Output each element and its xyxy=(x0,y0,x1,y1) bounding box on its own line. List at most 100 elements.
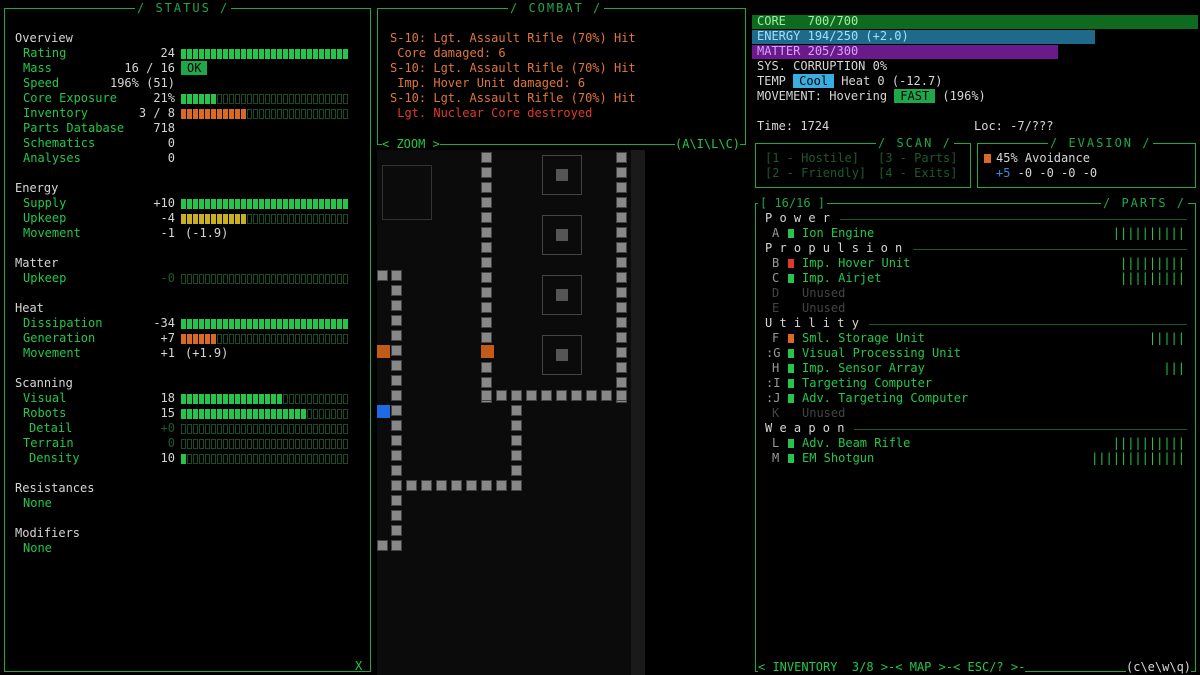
part-slot-key: L xyxy=(772,436,780,450)
status-value: 196% (51) xyxy=(109,76,175,90)
status-extra: (-1.9) xyxy=(185,226,229,240)
part-slot-key: B xyxy=(772,256,780,270)
part-name[interactable]: Unused xyxy=(802,301,845,316)
location-readout: Loc: -7/??? xyxy=(974,119,1054,133)
part-slot-key: H xyxy=(772,361,780,375)
status-value: 21% xyxy=(153,91,175,105)
status-close-button[interactable]: X xyxy=(355,659,362,674)
scan-title: / SCAN / xyxy=(876,136,954,150)
wall-tile xyxy=(481,480,492,491)
scan-parts[interactable]: [3 - Parts] xyxy=(878,151,957,166)
parts-group-rule xyxy=(839,219,1187,220)
parts-footer-nav[interactable]: < INVENTORY 3/8 >-< MAP >-< ESC/? >- xyxy=(758,660,1026,675)
scan-hostile[interactable]: [1 - Hostile] xyxy=(765,151,859,166)
mass-ok-badge: OK xyxy=(181,61,208,75)
wall-tile xyxy=(586,390,597,401)
mass-badge-wrap: OK xyxy=(181,61,208,76)
parts-group-rule xyxy=(854,429,1187,430)
wall-tile xyxy=(481,242,492,253)
status-value: 0 xyxy=(167,151,175,165)
map-view[interactable] xyxy=(377,150,645,675)
avoidance-breakdown: +5 -0 -0 -0 -0 xyxy=(996,166,1098,180)
status-bar-density xyxy=(181,454,348,464)
part-name[interactable]: Imp. Hover Unit xyxy=(802,256,910,271)
part-integrity: ||||||||| xyxy=(1119,256,1185,270)
machine-core xyxy=(556,169,568,181)
status-value: 0 xyxy=(167,436,175,450)
status-value: +0 xyxy=(160,421,175,435)
wall-tile xyxy=(616,227,627,238)
wall-tile xyxy=(391,270,402,281)
parts-group-title: P r o p u l s i o n xyxy=(765,241,903,255)
machine-core xyxy=(556,289,568,301)
wall-tile xyxy=(616,390,627,401)
part-integrity: ||||||||| xyxy=(1119,271,1185,285)
status-label: Mass xyxy=(23,61,52,75)
core-stats: CORE 700/700 ENERGY 194/250 (+2.0) MATTE… xyxy=(752,14,1198,134)
part-name[interactable]: Adv. Beam Rifle xyxy=(802,436,910,451)
status-label: Movement xyxy=(23,226,81,240)
evasion-icon xyxy=(984,154,991,163)
part-name[interactable]: Visual Processing Unit xyxy=(802,346,961,361)
temp-readout: TEMP Cool Heat 0 (-12.7) xyxy=(757,74,943,88)
part-slot-key: :I xyxy=(766,376,781,390)
status-value: 18 xyxy=(160,391,175,405)
wall-tile xyxy=(481,272,492,283)
part-name[interactable]: Adv. Targeting Computer xyxy=(802,391,968,406)
scan-friendly[interactable]: [2 - Friendly] xyxy=(765,166,866,181)
status-section-heat: Heat xyxy=(15,301,44,315)
part-name[interactable]: Imp. Sensor Array xyxy=(802,361,925,376)
part-name[interactable]: Unused xyxy=(802,286,845,301)
parts-footer-keys[interactable]: (c\e\w\q) xyxy=(1126,660,1192,675)
combat-log-line: Lgt. Nuclear Core destroyed xyxy=(390,106,593,120)
part-name[interactable]: EM Shotgun xyxy=(802,451,874,466)
status-section-modifiers: Modifiers xyxy=(15,526,81,540)
status-value: +7 xyxy=(160,331,175,345)
wall-tile xyxy=(391,375,402,386)
part-integrity: |||||||||| xyxy=(1112,436,1185,450)
status-label: Visual xyxy=(23,391,67,405)
wall-tile xyxy=(526,390,537,401)
combat-filter[interactable]: (A\I\L\C) xyxy=(675,137,741,152)
status-value: 718 xyxy=(153,121,175,135)
part-name[interactable]: Ion Engine xyxy=(802,226,874,241)
wall-tile xyxy=(391,405,402,416)
wall-tile xyxy=(421,480,432,491)
status-value: 24 xyxy=(160,46,175,60)
part-name[interactable]: Unused xyxy=(802,406,845,421)
part-name[interactable]: Targeting Computer xyxy=(802,376,932,391)
status-section-scanning: Scanning xyxy=(15,376,73,390)
status-bar-inventory xyxy=(181,109,348,119)
wall-tile xyxy=(511,390,522,401)
part-name[interactable]: Imp. Airjet xyxy=(802,271,881,286)
part-status-icon xyxy=(788,274,794,283)
wall-tile xyxy=(541,390,552,401)
status-section-overview: Overview xyxy=(15,31,73,45)
part-name[interactable]: Sml. Storage Unit xyxy=(802,331,925,346)
status-value: 0 xyxy=(167,136,175,150)
part-status-icon xyxy=(788,364,794,373)
debris-icon xyxy=(382,165,432,220)
status-bar-generation xyxy=(181,334,348,344)
part-slot-key: M xyxy=(772,451,780,465)
player-robot-icon[interactable] xyxy=(377,405,390,418)
wall-tile xyxy=(481,287,492,298)
status-bar-core-exposure xyxy=(181,94,348,104)
wall-tile xyxy=(496,480,507,491)
part-slot-key: K xyxy=(772,406,780,420)
status-label: Supply xyxy=(23,196,67,210)
status-value: +1 xyxy=(160,346,175,360)
wall-tile xyxy=(616,377,627,388)
parts-title: / PARTS / xyxy=(1101,196,1189,210)
status-value: 3 / 8 xyxy=(138,106,175,120)
wall-tile xyxy=(616,272,627,283)
wall-tile xyxy=(391,435,402,446)
time-readout: Time: 1724 xyxy=(757,119,830,133)
wall-tile xyxy=(391,360,402,371)
wall-tile xyxy=(451,480,462,491)
energy-readout: ENERGY 194/250 (+2.0) xyxy=(757,29,909,43)
wall-tile xyxy=(377,540,388,551)
wall-tile xyxy=(391,450,402,461)
scan-exits[interactable]: [4 - Exits] xyxy=(878,166,957,181)
wall-tile xyxy=(391,315,402,326)
